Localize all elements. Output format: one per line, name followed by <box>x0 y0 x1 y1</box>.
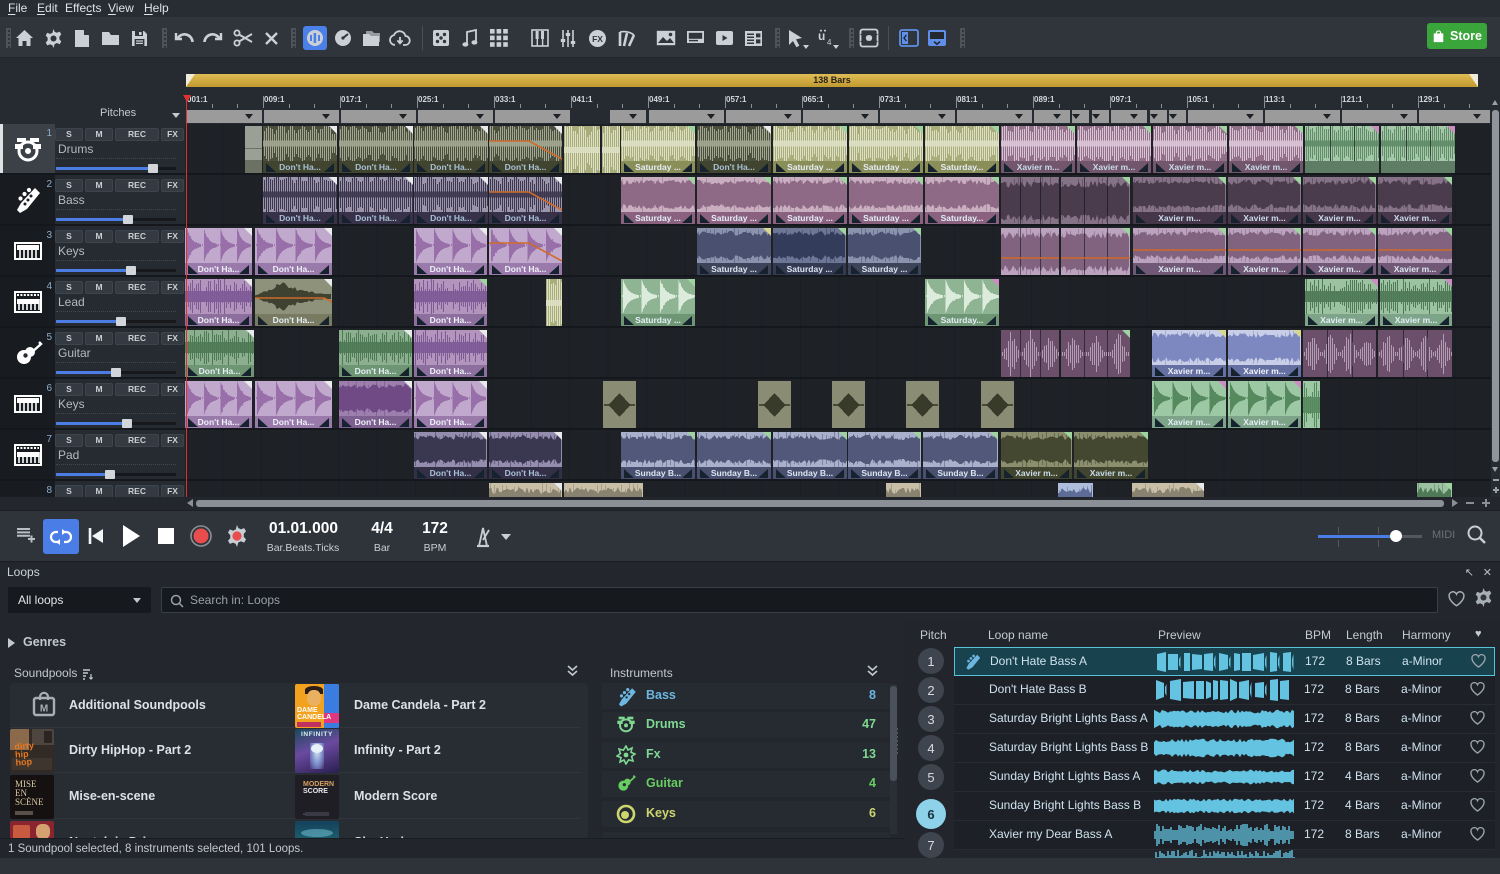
svg-text:4: 4 <box>827 38 832 47</box>
svg-text:FX: FX <box>592 34 603 44</box>
svg-text:M: M <box>40 704 48 715</box>
